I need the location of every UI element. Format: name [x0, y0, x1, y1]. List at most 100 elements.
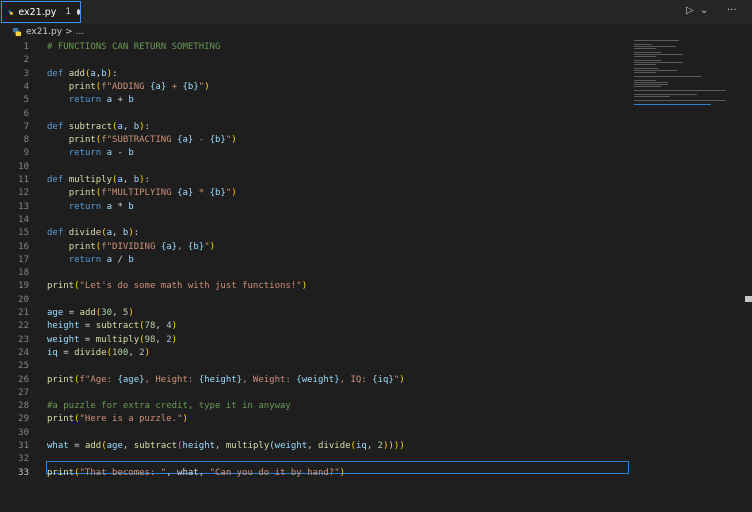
code-line[interactable]: 2	[0, 54, 630, 67]
line-number: 1	[23, 42, 29, 52]
chevron-down-icon[interactable]: ⌄	[700, 5, 708, 16]
line-number: 12	[18, 188, 29, 199]
code-text: height = subtract(78, 4)	[47, 321, 178, 332]
code-text: print(f"MULTIPLYING {a} * {b}")	[68, 188, 237, 199]
code-text: weight = multiply(98, 2)	[47, 334, 178, 345]
line-number: 18	[18, 268, 29, 279]
line-number: 28	[18, 401, 29, 412]
minimap-line	[634, 84, 668, 85]
code-line[interactable]: 23 weight = multiply(98, 2)	[0, 334, 630, 347]
line-number: 30	[18, 427, 29, 438]
code-text: def subtract(a, b):	[47, 121, 150, 132]
minimap-line	[634, 64, 657, 65]
run-icon[interactable]: ▷	[686, 5, 694, 16]
code-text: def multiply(a, b):	[47, 175, 150, 185]
minimap-line	[634, 44, 653, 45]
code-line[interactable]: 12 print(f"MULTIPLYING {a} * {b}")	[0, 187, 630, 200]
minimap-line	[634, 54, 683, 55]
line-number: 27	[18, 387, 29, 398]
minimap-line	[634, 40, 679, 41]
code-line[interactable]: 21 age = add(30, 5)	[0, 307, 630, 320]
code-line[interactable]: 31 what = add(age, subtract(height, multi…	[0, 440, 630, 453]
code-line[interactable]: 8 print(f"SUBTRACTING {a} - {b}")	[0, 134, 630, 147]
code-editor[interactable]: 1 # FUNCTIONS CAN RETURN SOMETHING 2 3 def a…	[0, 40, 630, 512]
breadcrumb: ex21.py > ...	[0, 24, 752, 40]
line-number: 31	[18, 441, 29, 451]
tab-ex21[interactable]: ex21.py 1	[1, 1, 81, 23]
code-line[interactable]: 22 height = subtract(78, 4)	[0, 320, 630, 333]
code-line[interactable]: 26 print(f"Age: {age}, Height: {height}, …	[0, 374, 630, 387]
line-number: 8	[23, 135, 29, 146]
line-number: 23	[18, 334, 29, 345]
line-number: 19	[18, 281, 29, 292]
line-number: 15	[18, 228, 29, 239]
code-text: what = add(age, subtract(height, multipl…	[47, 441, 405, 451]
code-text: #a puzzle for extra credit, type it in a…	[47, 401, 291, 412]
tab-bar: ex21.py 1 ▷ ⌄ ···	[0, 0, 752, 24]
code-line[interactable]: 11 def multiply(a, b):	[0, 174, 630, 187]
minimap-line	[634, 46, 676, 47]
code-line[interactable]: 5 return a + b	[0, 94, 630, 107]
code-line[interactable]: 19 print("Let's do some math with just fu…	[0, 280, 630, 293]
code-line[interactable]: 16 print(f"DIVIDING {a}, {b}")	[0, 241, 630, 254]
chevron-right-icon: >	[65, 27, 73, 37]
breadcrumb-file[interactable]: ex21.py	[26, 27, 62, 37]
minimap-line	[634, 60, 661, 61]
code-text: return a / b	[68, 254, 134, 265]
minimap-line	[634, 90, 727, 91]
line-number: 13	[18, 201, 29, 212]
code-line[interactable]: 14	[0, 214, 630, 227]
code-line[interactable]: 7 def subtract(a, b):	[0, 121, 630, 134]
minimap-line	[634, 86, 661, 87]
line-number: 2	[23, 55, 29, 66]
code-text: return a * b	[68, 201, 134, 212]
line-number: 16	[18, 241, 29, 252]
code-line[interactable]: 17 return a / b	[0, 254, 630, 267]
code-line[interactable]: 32	[0, 453, 630, 466]
line-number: 22	[18, 321, 29, 332]
more-actions-icon[interactable]: ···	[727, 5, 737, 16]
code-text: print(f"DIVIDING {a}, {b}")	[68, 241, 216, 252]
line-number: 7	[23, 121, 29, 132]
line-number: 24	[18, 347, 29, 358]
line-number: 33	[18, 467, 29, 478]
code-line[interactable]: 29 print("Here is a puzzle.")	[0, 413, 630, 426]
code-line[interactable]: 24 iq = divide(100, 2)	[0, 347, 630, 360]
code-line[interactable]: 30	[0, 427, 630, 440]
code-line[interactable]: 3 def add(a,b):	[0, 68, 630, 81]
code-text: print("That becomes: ", what, "Can you d…	[47, 467, 346, 478]
code-line[interactable]: 9 return a - b	[0, 147, 630, 160]
minimap[interactable]	[634, 40, 744, 110]
code-line[interactable]: 15 def divide(a, b):	[0, 227, 630, 240]
problem-count: 1	[65, 7, 72, 17]
line-number: 14	[18, 214, 29, 225]
minimap-line	[634, 96, 671, 97]
code-text: print("Here is a puzzle.")	[47, 414, 188, 425]
minimap-line	[634, 104, 711, 105]
scrollbar-thumb[interactable]	[745, 296, 752, 302]
minimap-line	[634, 82, 668, 83]
code-line[interactable]: 18	[0, 267, 630, 280]
line-number: 32	[18, 454, 29, 465]
code-line[interactable]: 13 return a * b	[0, 201, 630, 214]
code-line[interactable]: 1 # FUNCTIONS CAN RETURN SOMETHING	[0, 41, 630, 54]
line-number: 20	[18, 294, 29, 305]
breadcrumb-more[interactable]: ...	[76, 27, 85, 37]
minimap-line	[634, 94, 697, 95]
code-line[interactable]: 33 print("That becomes: ", what, "Can you…	[0, 467, 630, 480]
code-text: print(f"ADDING {a} + {b}")	[68, 81, 210, 92]
unsaved-dot-icon[interactable]	[77, 9, 80, 15]
code-line[interactable]: 20	[0, 294, 630, 307]
line-number: 17	[18, 254, 29, 265]
code-line[interactable]: 28 #a puzzle for extra credit, type it in…	[0, 400, 630, 413]
line-number: 25	[18, 361, 29, 372]
code-line[interactable]: 6	[0, 108, 630, 121]
minimap-line	[634, 100, 727, 101]
code-line[interactable]: 10	[0, 161, 630, 174]
minimap-line	[634, 80, 657, 81]
code-text: print(f"Age: {age}, Height: {height}, We…	[47, 374, 405, 385]
code-line[interactable]: 27	[0, 387, 630, 400]
code-line[interactable]: 4 print(f"ADDING {a} + {b}")	[0, 81, 630, 94]
code-line[interactable]: 25	[0, 360, 630, 373]
python-file-icon	[8, 9, 13, 15]
